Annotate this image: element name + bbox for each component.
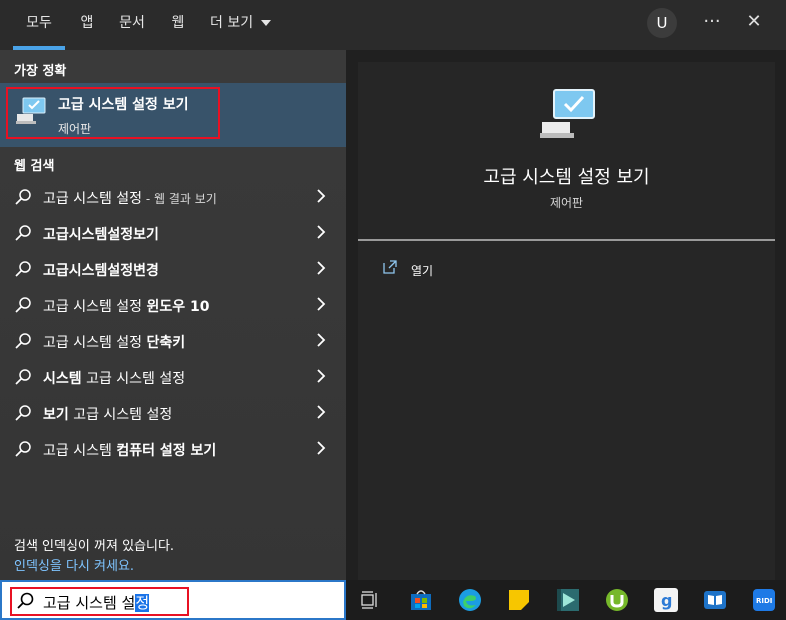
web-result-bold-text: 단축키 xyxy=(146,335,186,351)
search-icon xyxy=(15,441,31,457)
chevron-right-icon[interactable] xyxy=(314,331,328,349)
search-icon xyxy=(15,333,31,349)
web-result-row[interactable]: 고급시스템설정보기 xyxy=(0,215,346,251)
utorrent-icon[interactable] xyxy=(605,588,629,612)
search-input-text: 고급 시스템 설 xyxy=(43,594,136,612)
g-app-icon[interactable]: g xyxy=(654,588,678,612)
more-options-icon[interactable]: ··· xyxy=(697,8,727,38)
web-result-row[interactable]: 고급 시스템 설정 단축키 xyxy=(0,323,346,359)
search-input-selection: 정 xyxy=(135,594,150,612)
tab-all[interactable]: 모두 xyxy=(13,0,65,50)
preview-title: 고급 시스템 설정 보기 xyxy=(483,167,650,188)
web-result-normal-text: 고급 시스템 설정 xyxy=(68,407,173,423)
search-icon xyxy=(15,369,31,385)
open-action[interactable]: 열기 xyxy=(411,262,433,279)
web-result-bold-text: 고급시스템설정변경 xyxy=(43,263,159,279)
user-avatar[interactable]: U xyxy=(647,8,677,38)
search-icon xyxy=(15,297,31,313)
search-icon xyxy=(15,189,31,205)
web-result-row[interactable]: 고급 시스템 설정 - 웹 결과 보기 xyxy=(0,179,346,215)
chevron-right-icon[interactable] xyxy=(314,223,328,241)
web-result-bold-text: 윈도우 10 xyxy=(146,299,210,315)
chevron-right-icon[interactable] xyxy=(314,439,328,457)
web-result-bold-text: 컴퓨터 설정 보기 xyxy=(116,443,217,459)
control-panel-large-icon xyxy=(540,89,595,138)
web-result-suffix-text: - 웹 결과 보기 xyxy=(142,192,217,206)
svg-text:RIDI: RIDI xyxy=(756,597,772,605)
ridi-icon[interactable]: RIDI xyxy=(752,588,776,612)
search-input[interactable]: 고급 시스템 설정 xyxy=(43,592,150,613)
turn-on-indexing-link[interactable]: 인덱싱을 다시 켜세요. xyxy=(14,555,134,574)
chevron-right-icon[interactable] xyxy=(314,403,328,421)
web-result-text: 고급시스템설정보기 xyxy=(43,224,159,244)
tab-apps[interactable]: 앱 xyxy=(78,0,96,50)
web-result-text: 고급 시스템 설정 - 웹 결과 보기 xyxy=(43,188,217,208)
search-icon xyxy=(15,405,31,421)
tab-more-label: 더 보기 xyxy=(210,15,254,31)
edge-icon[interactable] xyxy=(458,588,482,612)
web-result-normal-text: 고급 시스템 설정 xyxy=(43,191,143,207)
media-player-icon[interactable] xyxy=(556,588,580,612)
web-result-bold-text: 시스템 xyxy=(43,371,82,387)
web-result-text: 고급 시스템 컴퓨터 설정 보기 xyxy=(43,440,216,460)
web-result-text: 보기 고급 시스템 설정 xyxy=(43,404,172,424)
web-search-heading: 웹 검색 xyxy=(14,159,55,174)
tab-documents[interactable]: 문서 xyxy=(117,0,147,50)
control-panel-monitor-icon xyxy=(16,97,46,124)
web-result-text: 고급 시스템 설정 윈도우 10 xyxy=(43,296,210,316)
web-result-row[interactable]: 시스템 고급 시스템 설정 xyxy=(0,359,346,395)
open-icon[interactable] xyxy=(382,259,398,275)
web-result-text: 시스템 고급 시스템 설정 xyxy=(43,368,185,388)
web-result-normal-text: 고급 시스템 설정 xyxy=(43,299,147,315)
web-result-normal-text: 고급 시스템 xyxy=(43,443,117,459)
web-result-row[interactable]: 고급 시스템 컴퓨터 설정 보기 xyxy=(0,431,346,467)
web-result-row[interactable]: 보기 고급 시스템 설정 xyxy=(0,395,346,431)
web-result-normal-text: 고급 시스템 설정 xyxy=(81,371,186,387)
search-icon xyxy=(15,225,31,241)
best-match-subtitle: 제어판 xyxy=(58,122,92,136)
search-icon xyxy=(15,261,31,277)
chevron-right-icon[interactable] xyxy=(314,259,328,277)
chevron-right-icon[interactable] xyxy=(314,367,328,385)
book-icon[interactable] xyxy=(703,588,727,612)
web-result-normal-text: 고급 시스템 설정 xyxy=(43,335,147,351)
preview-subtitle: 제어판 xyxy=(549,196,584,210)
sticky-notes-icon[interactable] xyxy=(507,588,531,612)
store-icon[interactable] xyxy=(409,588,433,612)
chevron-right-icon[interactable] xyxy=(314,295,328,313)
indexing-off-message: 검색 인덱싱이 꺼져 있습니다. xyxy=(14,539,175,554)
best-match-heading: 가장 정확 xyxy=(14,64,67,79)
web-result-text: 고급시스템설정변경 xyxy=(43,260,159,280)
best-match-title: 고급 시스템 설정 보기 xyxy=(58,97,189,113)
web-result-text: 고급 시스템 설정 단축키 xyxy=(43,332,185,352)
chevron-right-icon[interactable] xyxy=(314,187,328,205)
caret-down-icon xyxy=(260,20,271,26)
tab-web[interactable]: 웹 xyxy=(170,0,186,50)
web-result-row[interactable]: 고급시스템설정변경 xyxy=(0,251,346,287)
svg-text:g: g xyxy=(661,591,672,610)
web-result-bold-text: 고급시스템설정보기 xyxy=(43,227,159,243)
task-view-icon[interactable] xyxy=(360,590,380,610)
web-result-row[interactable]: 고급 시스템 설정 윈도우 10 xyxy=(0,287,346,323)
preview-divider xyxy=(358,239,775,241)
search-icon xyxy=(17,592,34,609)
tab-more[interactable]: 더 보기 xyxy=(210,0,274,50)
close-icon[interactable]: ✕ xyxy=(739,8,769,38)
web-result-bold-text: 보기 xyxy=(43,407,69,423)
